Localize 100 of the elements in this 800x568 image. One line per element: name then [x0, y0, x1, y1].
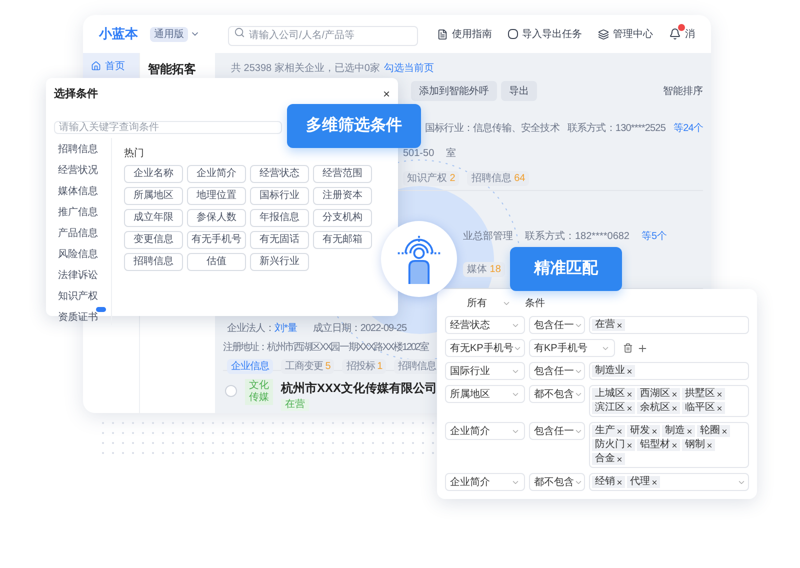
- value-tag: 钢制: [682, 439, 715, 451]
- value-tag: 西湖区: [637, 388, 680, 400]
- condition-option[interactable]: 参保人数: [187, 208, 246, 226]
- value-tag: 铝型材: [637, 439, 680, 451]
- operator-select[interactable]: 包含任一: [529, 362, 585, 380]
- tag-input[interactable]: 上城区 西湖区 拱墅区 滨江区 余杭区 临平区: [589, 385, 749, 417]
- field-select[interactable]: 国际行业: [445, 362, 525, 380]
- condition-option[interactable]: 国标行业: [250, 186, 309, 204]
- field-select[interactable]: 企业简介: [445, 473, 525, 491]
- callout-banner: 精准匹配: [510, 247, 622, 291]
- company-logo: 文化传媒: [245, 379, 273, 405]
- category-item[interactable]: 风险信息: [54, 246, 98, 262]
- remove-icon[interactable]: [716, 390, 723, 398]
- remove-icon[interactable]: [616, 478, 623, 486]
- condition-label: 条件: [525, 296, 545, 310]
- remove-icon[interactable]: [671, 442, 678, 448]
- value-tag: 轮圈: [697, 425, 730, 437]
- condition-option[interactable]: 经营范围: [313, 164, 372, 182]
- company-name[interactable]: 杭州市XXX文化传媒有限公司: [281, 379, 438, 397]
- category-item[interactable]: 法律诉讼: [54, 268, 98, 282]
- tag-input[interactable]: 在营: [589, 316, 749, 334]
- operator-select[interactable]: 都不包含: [529, 385, 585, 403]
- value-tag: 制造业: [592, 365, 635, 377]
- remove-icon[interactable]: [651, 428, 658, 434]
- nav-link[interactable]: 导入导出任务: [508, 26, 582, 42]
- value-tag: 生产: [592, 425, 625, 437]
- category-item[interactable]: 媒体信息: [54, 184, 98, 198]
- match-select[interactable]: 所有: [467, 296, 511, 310]
- tag-input[interactable]: 制造业: [589, 362, 749, 380]
- remove-icon[interactable]: [671, 404, 678, 412]
- condition-option[interactable]: 企业名称: [124, 164, 183, 182]
- condition-option[interactable]: 注册资本: [313, 186, 372, 204]
- close-button[interactable]: ×: [382, 88, 390, 100]
- field-select[interactable]: 有无KP手机号: [445, 339, 525, 357]
- operator-select[interactable]: 都不包含: [529, 473, 585, 491]
- dialog-title: 选择条件: [54, 86, 98, 102]
- value-tag: 上城区: [592, 388, 635, 400]
- sort-label[interactable]: 智能排序: [663, 84, 703, 98]
- remove-icon[interactable]: [626, 404, 633, 412]
- condition-option[interactable]: 成立年限: [124, 208, 183, 226]
- condition-option[interactable]: 变更信息: [124, 230, 183, 248]
- address-text: 注册地址：杭州市西湖区XX园一期XXX路XX楼1202室: [223, 340, 428, 355]
- operator-select[interactable]: 包含任一: [529, 422, 585, 440]
- contact-text: 联系方式：130****2525: [567, 122, 666, 136]
- result-summary: 共 25398 家相关企业，已选中0家: [231, 62, 380, 76]
- condition-option[interactable]: 估值: [187, 252, 246, 270]
- toolbar-button[interactable]: 导出: [501, 81, 537, 101]
- nav-link[interactable]: 使用指南: [437, 26, 492, 42]
- condition-option[interactable]: 经营状态: [250, 164, 309, 182]
- value-tag: 滨江区: [592, 402, 635, 414]
- tag-input[interactable]: 生产 研发 制造 轮圈 防火门 铝型材 钢制 合金: [589, 422, 749, 468]
- remove-icon[interactable]: [626, 442, 633, 448]
- remove-icon[interactable]: [706, 442, 713, 448]
- remove-icon[interactable]: [626, 390, 633, 398]
- condition-option[interactable]: 企业简介: [187, 164, 246, 182]
- remove-icon[interactable]: [626, 368, 633, 374]
- status-tag: 在营: [281, 399, 309, 411]
- value-tag: 防火门: [592, 439, 635, 451]
- industry-text: 国标行业：信息传输、安全技术: [425, 122, 560, 136]
- add-icon[interactable]: [637, 343, 648, 354]
- condition-option[interactable]: 年报信息: [250, 208, 309, 226]
- category-item[interactable]: 经营状况: [54, 162, 98, 178]
- category-item[interactable]: 推广信息: [54, 204, 98, 220]
- delete-icon[interactable]: [623, 343, 633, 353]
- category-item[interactable]: 知识产权: [54, 288, 98, 304]
- search-field[interactable]: 请输入公司/人名/产品等: [228, 26, 418, 46]
- remove-icon[interactable]: [721, 428, 728, 434]
- category-item[interactable]: 招聘信息: [54, 142, 98, 156]
- condition-option[interactable]: 新兴行业: [250, 252, 309, 270]
- remove-icon[interactable]: [651, 478, 658, 486]
- category-item[interactable]: 产品信息: [54, 226, 98, 240]
- condition-option[interactable]: 有无手机号: [187, 230, 246, 248]
- remove-icon[interactable]: [616, 322, 623, 328]
- condition-option[interactable]: 有无邮箱: [313, 230, 372, 248]
- page-title: 智能拓客: [148, 62, 196, 76]
- row-checkbox[interactable]: [225, 385, 237, 397]
- section-label: 热门: [124, 146, 145, 160]
- operator-select[interactable]: 包含任一: [529, 316, 585, 334]
- field-select[interactable]: 经营状态: [445, 316, 525, 334]
- stat-tag: 知识产权 2: [403, 171, 460, 186]
- tag-input[interactable]: 经销 代理: [589, 473, 749, 491]
- field-select[interactable]: 企业简介: [445, 422, 525, 440]
- address-text: 室: [446, 146, 456, 161]
- field-select[interactable]: 所属地区: [445, 385, 525, 403]
- nav-link[interactable]: 管理中心: [598, 26, 653, 42]
- nav-link[interactable]: 消: [669, 26, 695, 42]
- remove-icon[interactable]: [671, 390, 678, 398]
- condition-option[interactable]: 所属地区: [124, 186, 183, 204]
- remove-icon[interactable]: [686, 428, 693, 434]
- condition-option[interactable]: 招聘信息: [124, 252, 183, 270]
- toolbar-button[interactable]: 添加到智能外呼: [411, 81, 497, 101]
- remove-icon[interactable]: [616, 428, 623, 434]
- condition-option[interactable]: 有无固话: [250, 230, 309, 248]
- value-select[interactable]: 有KP手机号: [529, 339, 615, 357]
- condition-option[interactable]: 分支机构: [313, 208, 372, 226]
- condition-option[interactable]: 地理位置: [187, 186, 246, 204]
- app-logo: 小蓝本: [99, 25, 138, 44]
- remove-icon[interactable]: [716, 404, 723, 412]
- remove-icon[interactable]: [616, 456, 623, 462]
- category-item[interactable]: 资质证书: [54, 310, 98, 324]
